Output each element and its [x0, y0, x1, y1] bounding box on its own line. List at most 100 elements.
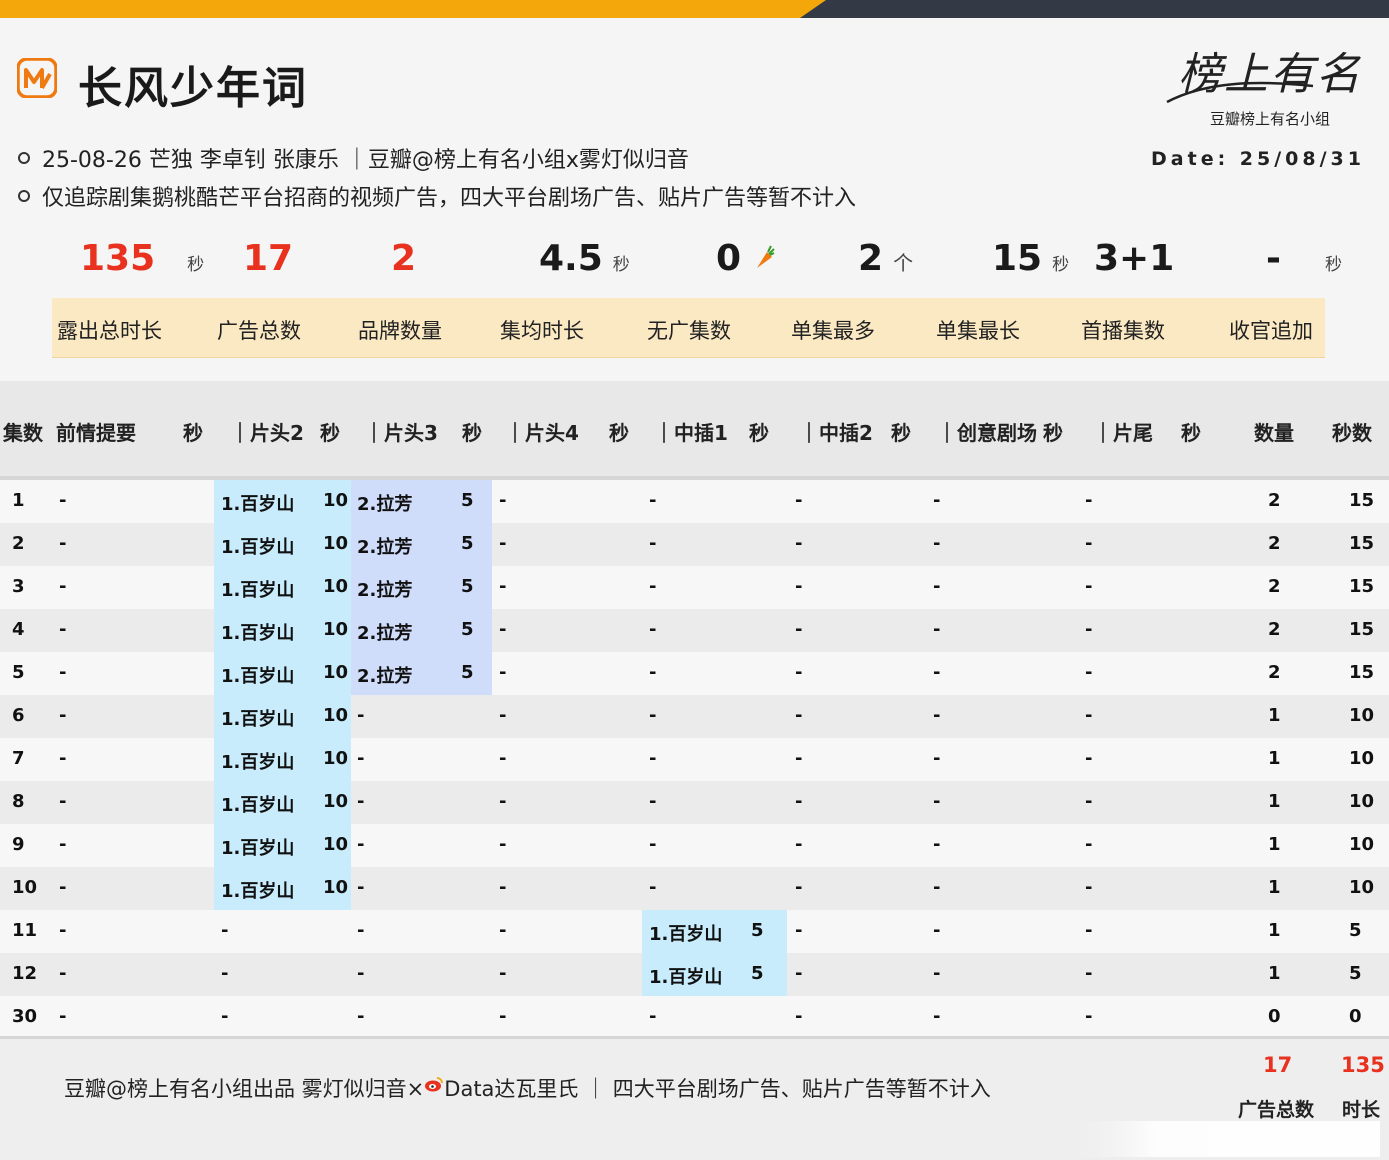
stat-value: -	[1266, 238, 1281, 279]
top-bar-accent	[0, 0, 800, 18]
episode-number: 7	[12, 748, 25, 769]
footer-total-ads-label: 广告总数	[1238, 1099, 1315, 1121]
table-cell: 1.百岁山	[221, 881, 295, 902]
episode-number: 4	[12, 619, 25, 640]
table-cell: 10	[323, 576, 349, 597]
table-cell: -	[357, 834, 365, 855]
column-header: ｜片头4	[505, 421, 579, 445]
table-cell: 10	[323, 533, 349, 554]
table-cell: 10	[323, 705, 349, 726]
table-cell: -	[649, 834, 657, 855]
stats-labels: 露出总时长 广告总数 品牌数量 集均时长 无广集数 单集最多 单集最长 首播集数…	[52, 298, 1325, 358]
stat-value: 4.5	[539, 238, 603, 279]
column-header: 数量	[1254, 421, 1294, 445]
column-header: 秒数	[1332, 421, 1372, 445]
episode-number: 2	[12, 533, 25, 554]
table-cell: -	[795, 533, 803, 554]
table-cell: 1.百岁山	[221, 537, 295, 558]
stat-avg-duration: 4.5 秒	[539, 238, 630, 279]
table-cell: -	[933, 963, 941, 984]
table-cell: -	[499, 1006, 507, 1027]
table-row	[0, 566, 1389, 609]
table-cell: -	[795, 705, 803, 726]
stat-max-ads-per-episode: 2 个	[858, 238, 913, 279]
table-cell: -	[59, 533, 67, 554]
table-cell: 15	[1349, 533, 1375, 554]
table-cell: -	[59, 877, 67, 898]
bullet-icon	[18, 152, 30, 164]
table-cell: 5	[461, 490, 474, 511]
table-cell: 2	[1268, 619, 1281, 640]
table-cell: 1	[1268, 705, 1281, 726]
column-header: ｜中插2	[799, 421, 873, 445]
stat-ad-count: 17	[243, 238, 293, 279]
column-header: 秒	[462, 421, 482, 445]
table-cell: 15	[1349, 619, 1375, 640]
table-cell: 1.百岁山	[221, 666, 295, 687]
stat-label: 无广集数	[647, 319, 731, 343]
watermark-fade	[1060, 1121, 1380, 1157]
table-row	[0, 781, 1389, 824]
table-cell: -	[499, 576, 507, 597]
footer: 豆瓣@榜上有名小组出品 雾灯似归音× Data达瓦里氏 ｜ 四大平台剧场广告、贴…	[0, 1036, 1389, 1160]
report-date: Date: 25/08/31	[1151, 148, 1365, 170]
stat-brand-count: 2	[391, 238, 416, 279]
stat-unit: 秒	[612, 255, 630, 275]
table-cell: -	[795, 662, 803, 683]
table-cell: -	[649, 1006, 657, 1027]
table-cell: 0	[1349, 1006, 1362, 1027]
episode-number: 1	[12, 490, 25, 511]
footer-total-ads: 17	[1263, 1053, 1293, 1077]
table-cell: -	[59, 619, 67, 640]
table-cell: -	[1085, 791, 1093, 812]
table-cell: -	[933, 748, 941, 769]
column-header: 秒	[1043, 421, 1063, 445]
episode-number: 6	[12, 705, 25, 726]
table-cell: -	[499, 963, 507, 984]
table-cell: 5	[751, 920, 764, 941]
table-cell: -	[499, 791, 507, 812]
table-cell: 1.百岁山	[649, 924, 723, 945]
table-cell: 10	[1349, 791, 1375, 812]
brand-block: 榜上有名 豆瓣榜上有名小组	[1165, 38, 1375, 129]
table-cell: -	[933, 834, 941, 855]
episode-number: 9	[12, 834, 25, 855]
weibo-icon	[425, 1077, 444, 1092]
table-cell: -	[59, 791, 67, 812]
table-cell: 1.百岁山	[221, 494, 295, 515]
table-cell: -	[795, 576, 803, 597]
table-cell: -	[649, 533, 657, 554]
table-cell: 5	[751, 963, 764, 984]
footer-total-seconds-label: 时长	[1342, 1099, 1381, 1121]
table-cell: -	[795, 791, 803, 812]
table-cell: -	[499, 490, 507, 511]
stat-value: 0	[716, 238, 742, 279]
table-cell: -	[933, 1006, 941, 1027]
table-cell: 2.拉芳	[357, 580, 413, 601]
bullet-icon	[18, 190, 30, 202]
table-cell: 1	[1268, 834, 1281, 855]
stat-label: 露出总时长	[57, 319, 162, 343]
table-cell: -	[1085, 1006, 1093, 1027]
table-cell: -	[1085, 748, 1093, 769]
table-cell: -	[357, 748, 365, 769]
table-cell: -	[649, 705, 657, 726]
table-cell: 15	[1349, 662, 1375, 683]
episode-number: 8	[12, 791, 25, 812]
stat-label: 单集最长	[936, 319, 1020, 343]
table-cell: 0	[1268, 1006, 1281, 1027]
table-cell: -	[357, 877, 365, 898]
table-row	[0, 867, 1389, 910]
table-cell: -	[59, 576, 67, 597]
table-cell: 1.百岁山	[221, 709, 295, 730]
page-title: 长风少年词	[78, 63, 308, 114]
table-cell: 2.拉芳	[357, 666, 413, 687]
info-line-1: 25-08-26 芒独 李卓钊 张康乐 ｜豆瓣@榜上有名小组x雾灯似归音	[18, 142, 689, 174]
table-cell: -	[59, 705, 67, 726]
table-cell: 10	[323, 834, 349, 855]
table-cell: 15	[1349, 576, 1375, 597]
top-bar	[0, 0, 1389, 18]
table-cell: -	[795, 877, 803, 898]
table-cell: -	[59, 490, 67, 511]
footer-note-b: Data达瓦里氏 ｜ 四大平台剧场广告、贴片广告等暂不计入	[444, 1077, 991, 1101]
